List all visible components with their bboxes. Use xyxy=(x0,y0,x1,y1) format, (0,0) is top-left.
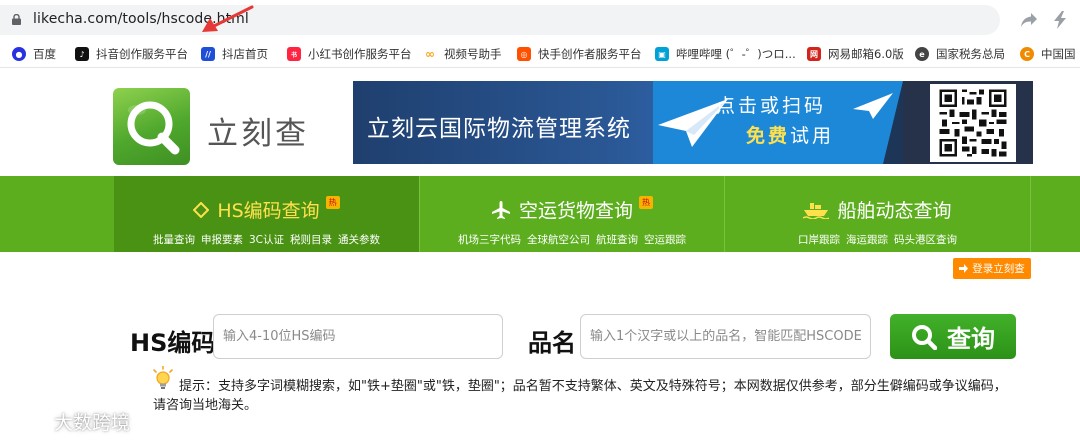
sublink-tariff-catalog[interactable]: 税则目录 xyxy=(290,232,332,247)
qr-code-icon[interactable] xyxy=(930,84,1016,162)
tax-bureau-icon: e xyxy=(915,47,929,61)
xiaohongshu-icon: 书 xyxy=(287,47,301,61)
promo-banner[interactable]: 立刻云国际物流管理系统 点击或扫码 免费试用 xyxy=(353,81,1033,164)
nav-air-cargo-title[interactable]: 空运货物查询 热 xyxy=(420,196,724,223)
diamond-icon xyxy=(193,201,210,218)
product-name-input[interactable] xyxy=(590,329,870,344)
bookmark-label: 视频号助手 xyxy=(444,47,502,61)
bookmark-china-site[interactable]: C 中国国 xyxy=(1020,44,1076,64)
product-name-field[interactable] xyxy=(580,314,871,359)
nav-air-cargo-sublinks: 机场三字代码 全球航空公司 航班查询 空运跟踪 xyxy=(420,232,724,247)
ship-icon xyxy=(803,202,830,219)
nav-hs-code-label: HS编码查询 xyxy=(217,200,320,222)
bookmark-label: 抖店首页 xyxy=(222,47,268,61)
sublink-customs-params[interactable]: 通关参数 xyxy=(338,232,380,247)
watermark-text: 大数跨境 xyxy=(54,412,131,434)
site-name[interactable]: 立刻查 xyxy=(207,108,309,153)
lock-icon[interactable] xyxy=(12,14,21,25)
sublink-flight-query[interactable]: 航班查询 xyxy=(596,232,638,247)
bookmark-baidu[interactable]: ● 百度 xyxy=(12,44,56,64)
baidu-paw-icon: ● xyxy=(12,47,26,61)
sublink-3c-cert[interactable]: 3C认证 xyxy=(249,232,284,247)
bookmark-kuaishou[interactable]: ◎ 快手创作者服务平台 xyxy=(517,44,642,64)
search-icon xyxy=(912,324,937,350)
search-tip: 提示：支持多字词模糊搜索，如"铁+垫圈"或"铁，垫圈"；品名暂不支持繁体、英文及… xyxy=(153,379,1007,413)
site-logo[interactable] xyxy=(113,88,190,165)
hs-code-field[interactable] xyxy=(213,314,503,359)
sublink-sea-tracking[interactable]: 海运跟踪 xyxy=(846,232,888,247)
red-arrow-annotation-icon xyxy=(202,5,254,32)
nav-air-cargo[interactable]: 空运货物查询 热 机场三字代码 全球航空公司 航班查询 空运跟踪 xyxy=(420,176,725,252)
bookmark-bilibili[interactable]: ▣ 哔哩哔哩 (゜-゜)つロ... xyxy=(655,44,796,64)
bookmark-label: 哔哩哔哩 (゜-゜)つロ... xyxy=(676,47,796,61)
nav-air-cargo-label: 空运货物查询 xyxy=(518,200,633,222)
bookmark-shipinhao[interactable]: ∞ 视频号助手 xyxy=(423,44,502,64)
banner-cta-line1: 点击或扫码 xyxy=(716,95,827,117)
sublink-air-tracking[interactable]: 空运跟踪 xyxy=(644,232,686,247)
bookmark-xiaohongshu[interactable]: 书 小红书创作服务平台 xyxy=(287,44,412,64)
watermark: 大数跨境 xyxy=(8,408,130,435)
watermark-logo-icon xyxy=(10,409,48,429)
nav-hs-code-title[interactable]: HS编码查询 热 xyxy=(114,196,419,223)
sublink-port-tracking[interactable]: 口岸跟踪 xyxy=(798,232,840,247)
extension-bolt-icon[interactable] xyxy=(1053,11,1067,29)
bookmark-doudian[interactable]: // 抖店首页 xyxy=(201,44,268,64)
search-button[interactable]: 查询 xyxy=(890,314,1016,359)
bookmark-tax-bureau[interactable]: e 国家税务总局 xyxy=(915,44,1005,64)
douyin-icon: ♪ xyxy=(75,47,89,61)
banner-trial-text: 试用 xyxy=(790,125,835,147)
bookmark-label: 中国国 xyxy=(1041,47,1076,61)
bookmark-netease-mail[interactable]: 网 网易邮箱6.0版 xyxy=(807,44,904,64)
main-nav: HS编码查询 热 批量查询 申报要素 3C认证 税则目录 通关参数 空运货物查询… xyxy=(0,176,1080,252)
china-site-icon: C xyxy=(1020,47,1034,61)
arrow-right-icon xyxy=(959,264,969,273)
banner-free-text: 免费 xyxy=(746,125,791,147)
sublink-airport-codes[interactable]: 机场三字代码 xyxy=(458,232,521,247)
nav-hs-code[interactable]: HS编码查询 热 批量查询 申报要素 3C认证 税则目录 通关参数 xyxy=(114,176,420,252)
nav-hs-code-sublinks: 批量查询 申报要素 3C认证 税则目录 通关参数 xyxy=(114,232,419,247)
bilibili-icon: ▣ xyxy=(655,47,669,61)
sublink-batch-query[interactable]: 批量查询 xyxy=(153,232,195,247)
nav-ship-tracking-title[interactable]: 船舶动态查询 xyxy=(725,196,1030,223)
hs-code-input[interactable] xyxy=(223,329,502,344)
sublink-global-airlines[interactable]: 全球航空公司 xyxy=(527,232,590,247)
search-button-label: 查询 xyxy=(947,325,995,353)
bookmark-label: 网易邮箱6.0版 xyxy=(828,47,904,61)
shipinhao-icon: ∞ xyxy=(425,47,435,61)
bookmark-label: 快手创作者服务平台 xyxy=(538,47,642,61)
bookmark-label: 抖音创作服务平台 xyxy=(96,47,188,61)
hot-badge: 热 xyxy=(639,196,653,209)
nav-ship-tracking[interactable]: 船舶动态查询 口岸跟踪 海运跟踪 码头港区查询 xyxy=(725,176,1031,252)
share-icon[interactable] xyxy=(1020,12,1038,28)
banner-title: 立刻云国际物流管理系统 xyxy=(367,116,631,142)
sublink-terminal-query[interactable]: 码头港区查询 xyxy=(894,232,957,247)
bookmark-douyin[interactable]: ♪ 抖音创作服务平台 xyxy=(75,44,188,64)
login-button-label: 登录立刻查 xyxy=(972,263,1025,275)
small-plane-icon xyxy=(853,93,893,119)
nav-ship-tracking-sublinks: 口岸跟踪 海运跟踪 码头港区查询 xyxy=(725,232,1030,247)
netease-mail-icon: 网 xyxy=(807,47,821,61)
login-button[interactable]: 登录立刻查 xyxy=(953,258,1031,279)
bookmark-label: 小红书创作服务平台 xyxy=(308,47,412,61)
doudian-icon: // xyxy=(201,47,215,61)
bookmark-label: 国家税务总局 xyxy=(936,47,1005,61)
bookmarks-bar: ● 百度 ♪ 抖音创作服务平台 // 抖店首页 书 小红书创作服务平台 ∞ 视频… xyxy=(0,40,1080,68)
kuaishou-icon: ◎ xyxy=(517,47,531,61)
bookmark-label: 百度 xyxy=(33,47,56,61)
airplane-icon xyxy=(491,200,510,219)
address-bar: likecha.com/tools/hscode.html xyxy=(0,0,1080,40)
sublink-declaration-elements[interactable]: 申报要素 xyxy=(201,232,243,247)
product-name-label: 品名 xyxy=(528,329,576,357)
banner-cta-line2: 免费试用 xyxy=(746,121,834,148)
hs-code-label: HS编码 xyxy=(130,329,216,357)
magnifier-logo-icon xyxy=(127,101,180,155)
hot-badge: 热 xyxy=(325,196,340,209)
nav-ship-tracking-label: 船舶动态查询 xyxy=(837,200,952,222)
